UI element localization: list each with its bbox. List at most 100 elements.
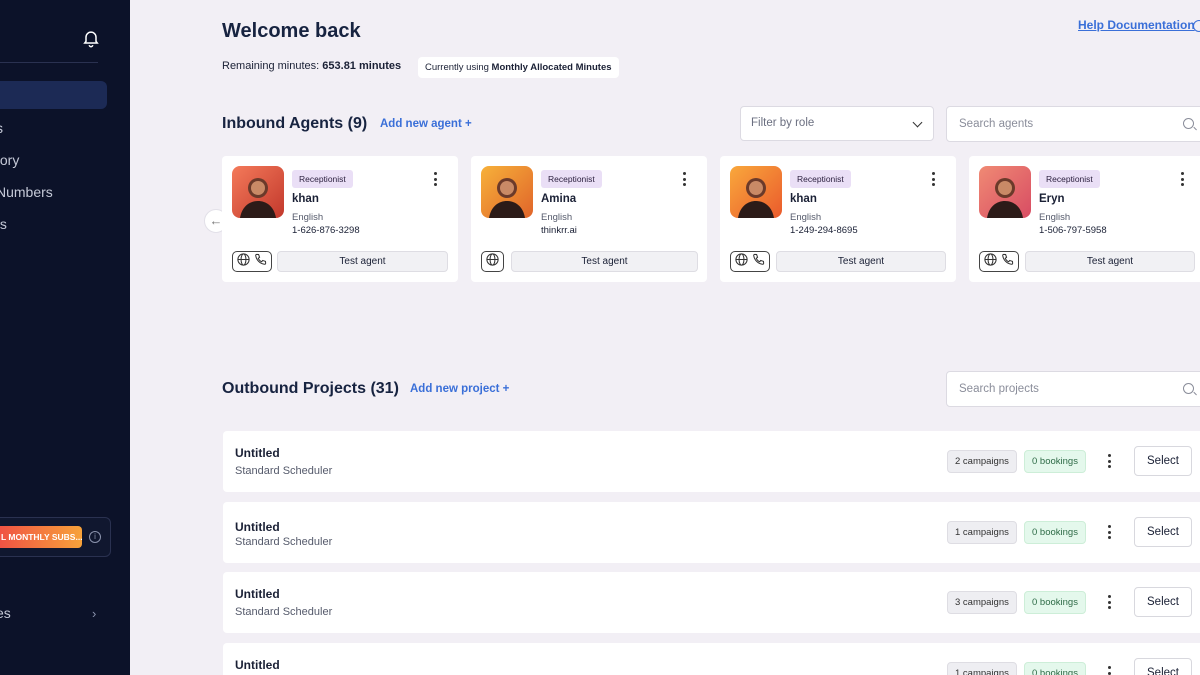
bookings-count-pill: 0 bookings (1024, 521, 1086, 544)
agent-role-badge: Receptionist (1039, 170, 1100, 188)
bell-icon[interactable] (81, 28, 101, 48)
remaining-minutes: Remaining minutes: 653.81 minutes (222, 60, 401, 72)
sidebar-item-4[interactable]: ts (0, 216, 7, 232)
project-more-icon[interactable] (1108, 525, 1112, 541)
test-agent-button[interactable]: Test agent (511, 251, 698, 272)
help-icon[interactable] (1193, 20, 1200, 32)
sidebar-divider (0, 62, 98, 63)
sidebar-item-2[interactable]: tory (0, 152, 19, 168)
agent-channels (979, 251, 1019, 272)
agent-role-badge: Receptionist (790, 170, 851, 188)
agent-channels (232, 251, 272, 272)
sidebar: s tory Numbers ts L MONTHLY SUBS... i es… (0, 0, 130, 675)
agent-avatar (232, 166, 284, 218)
agent-channels (730, 251, 770, 272)
agent-role-badge: Receptionist (292, 170, 353, 188)
info-icon[interactable]: i (89, 531, 101, 543)
bookings-count-pill: 0 bookings (1024, 591, 1086, 614)
agent-phone: 1-506-797-5958 (1039, 225, 1107, 236)
chevron-down-icon (912, 117, 923, 128)
phone-icon (253, 252, 268, 272)
globe-icon (983, 252, 998, 272)
test-agent-button[interactable]: Test agent (1025, 251, 1195, 272)
agent-card[interactable]: Receptionist khan English 1-249-294-8695 Tes… (720, 156, 956, 282)
agent-more-icon[interactable] (932, 172, 936, 188)
project-type: Standard Scheduler (235, 536, 333, 548)
page-title: Welcome back (222, 20, 361, 42)
agent-role-badge: Receptionist (541, 170, 602, 188)
agent-avatar (481, 166, 533, 218)
campaigns-count-pill: 1 campaigns (947, 662, 1017, 675)
role-filter-placeholder: Filter by role (751, 117, 815, 129)
test-agent-button[interactable]: Test agent (776, 251, 946, 272)
project-row[interactable]: Untitled 1 campaigns 0 bookings Select (223, 643, 1200, 675)
add-project-link[interactable]: Add new project + (410, 383, 509, 395)
agent-avatar (979, 166, 1031, 218)
sidebar-item-active[interactable] (0, 81, 107, 109)
bookings-count-pill: 0 bookings (1024, 450, 1086, 473)
search-projects-placeholder: Search projects (959, 383, 1039, 395)
remaining-label: Remaining minutes: (222, 60, 320, 72)
agent-name: Eryn (1039, 193, 1065, 205)
project-title: Untitled (235, 587, 280, 601)
agent-card[interactable]: Receptionist Amina English thinkrr.ai Test a… (471, 156, 707, 282)
project-more-icon[interactable] (1108, 666, 1112, 675)
agent-language: English (790, 212, 822, 223)
agent-card[interactable]: Receptionist Eryn English 1-506-797-5958 Tes… (969, 156, 1200, 282)
select-project-button[interactable]: Select (1134, 658, 1192, 675)
agent-more-icon[interactable] (1181, 172, 1185, 188)
inbound-agents-title: Inbound Agents (9) (222, 115, 368, 132)
subscription-button[interactable]: L MONTHLY SUBS... (0, 526, 82, 548)
sidebar-item-bottom-1[interactable]: es (0, 605, 11, 621)
sidebar-item-3[interactable]: Numbers (0, 184, 53, 200)
project-row[interactable]: Untitled Standard Scheduler 2 campaigns 0 b… (223, 431, 1200, 492)
project-type: Standard Scheduler (235, 465, 333, 477)
subscription-box: L MONTHLY SUBS... i (0, 517, 111, 557)
agent-more-icon[interactable] (434, 172, 438, 188)
help-documentation-link[interactable]: Help Documentation (1078, 18, 1195, 32)
project-more-icon[interactable] (1108, 454, 1112, 470)
project-title: Untitled (235, 658, 280, 672)
select-project-button[interactable]: Select (1134, 587, 1192, 617)
agent-name: khan (790, 193, 817, 205)
project-row[interactable]: Untitled Standard Scheduler 1 campaigns 0 b… (223, 502, 1200, 563)
phone-icon (1000, 252, 1015, 272)
agent-phone: 1-249-294-8695 (790, 225, 858, 236)
campaigns-count-pill: 3 campaigns (947, 591, 1017, 614)
select-project-button[interactable]: Select (1134, 517, 1192, 547)
bookings-count-pill: 0 bookings (1024, 662, 1086, 675)
usage-mode-prefix: Currently using (425, 62, 489, 73)
search-projects-input[interactable]: Search projects (946, 371, 1200, 407)
select-project-button[interactable]: Select (1134, 446, 1192, 476)
usage-mode-pill: Currently using Monthly Allocated Minute… (418, 57, 619, 78)
phone-icon (751, 252, 766, 272)
campaigns-count-pill: 2 campaigns (947, 450, 1017, 473)
role-filter-select[interactable]: Filter by role (740, 106, 934, 141)
test-agent-button[interactable]: Test agent (277, 251, 448, 272)
project-title: Untitled (235, 520, 280, 534)
remaining-value: 653.81 minutes (322, 60, 402, 72)
search-agents-input[interactable]: Search agents (946, 106, 1200, 142)
chevron-right-icon[interactable]: › (92, 606, 96, 621)
campaigns-count-pill: 1 campaigns (947, 521, 1017, 544)
project-row[interactable]: Untitled Standard Scheduler 3 campaigns 0 b… (223, 572, 1200, 633)
globe-icon (236, 252, 251, 272)
agent-avatar (730, 166, 782, 218)
project-title: Untitled (235, 446, 280, 460)
search-icon (1183, 118, 1194, 129)
add-agent-link[interactable]: Add new agent + (380, 118, 472, 130)
agent-more-icon[interactable] (683, 172, 687, 188)
agent-phone: thinkrr.ai (541, 225, 577, 236)
sidebar-item-1[interactable]: s (0, 120, 3, 136)
agent-language: English (541, 212, 573, 223)
agent-channels (481, 251, 504, 272)
agent-card[interactable]: Receptionist khan English 1-626-876-3298 Tes… (222, 156, 458, 282)
agent-language: English (292, 212, 324, 223)
outbound-projects-title: Outbound Projects (31) (222, 380, 399, 397)
agent-name: Amina (541, 193, 577, 205)
agent-name: khan (292, 193, 319, 205)
agent-phone: 1-626-876-3298 (292, 225, 360, 236)
search-icon (1183, 383, 1194, 394)
project-more-icon[interactable] (1108, 595, 1112, 611)
search-agents-placeholder: Search agents (959, 118, 1034, 130)
